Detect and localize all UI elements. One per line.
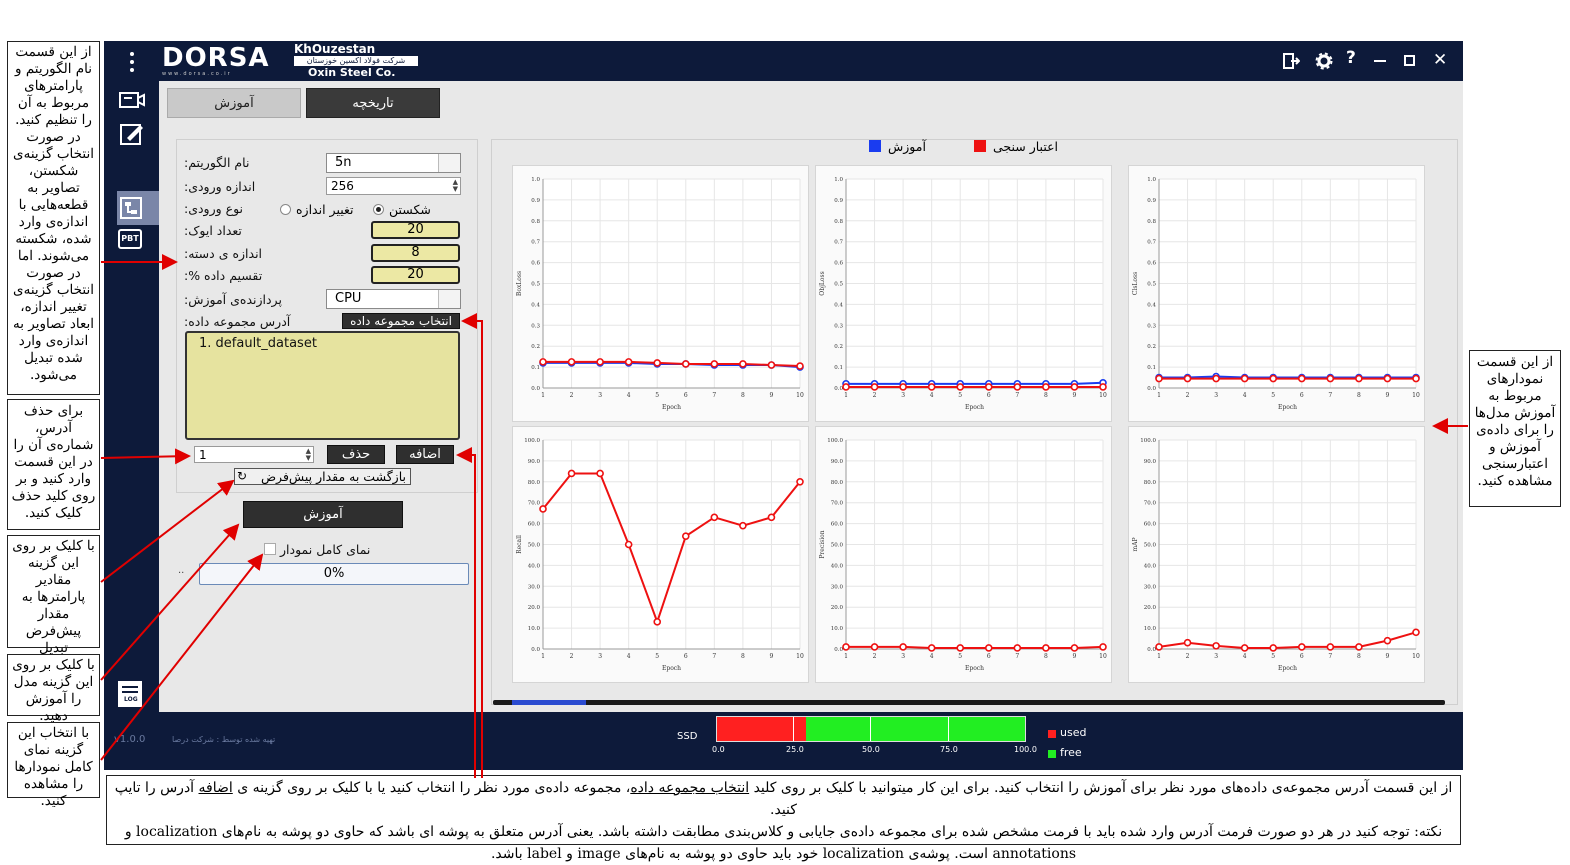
arrow-reset xyxy=(100,479,235,583)
arrow-fullview xyxy=(100,553,264,761)
arrow-train xyxy=(100,523,240,681)
arrow-dataset-add xyxy=(456,447,476,778)
arrow-dataset-select xyxy=(461,313,483,778)
arrow-delete xyxy=(100,448,191,465)
annotation-arrows xyxy=(100,254,1468,778)
